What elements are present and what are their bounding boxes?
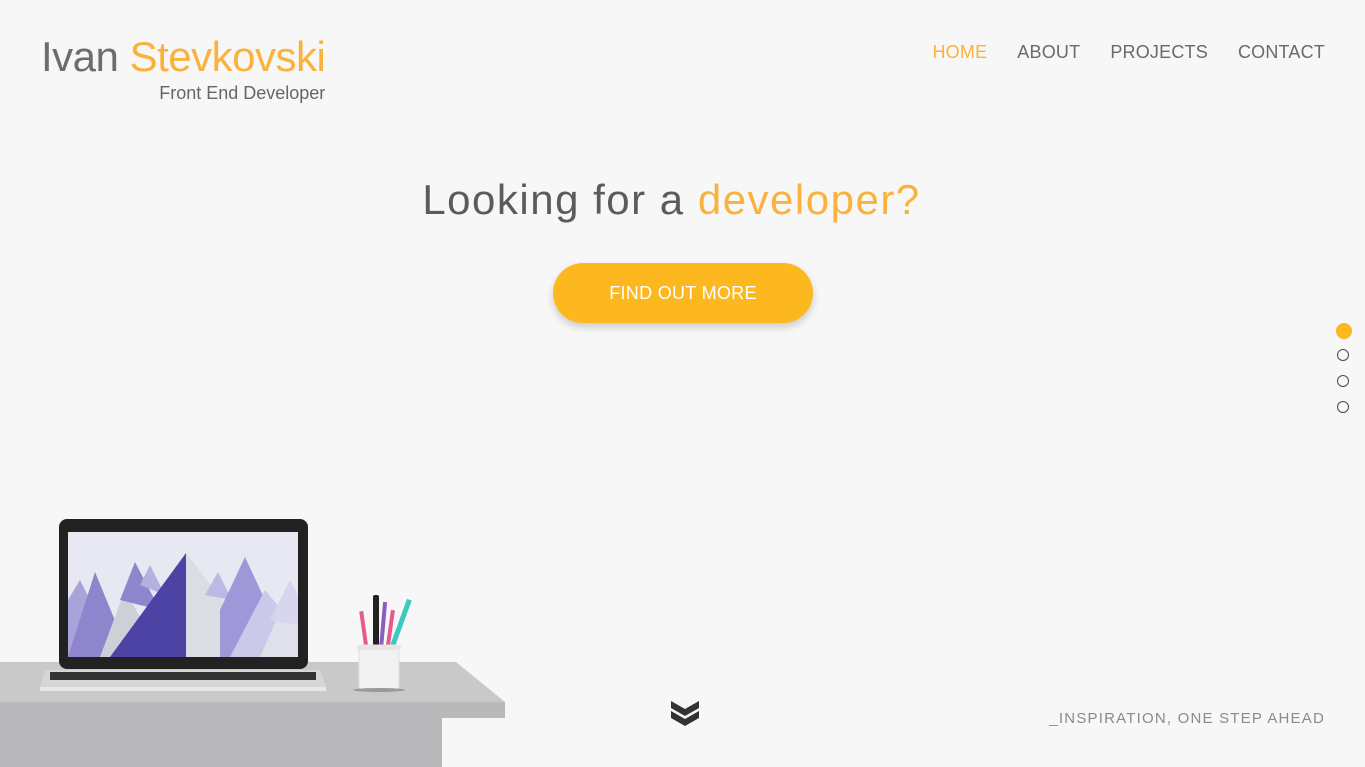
section-dots xyxy=(1336,323,1352,413)
desk-illustration xyxy=(0,519,505,767)
nav-about[interactable]: ABOUT xyxy=(1017,42,1080,63)
logo[interactable]: Ivan Stevkovski Front End Developer xyxy=(41,33,326,103)
logo-last-name: Stevkovski xyxy=(129,33,326,80)
laptop-keyboard xyxy=(50,672,316,680)
main-nav: HOME ABOUT PROJECTS CONTACT xyxy=(932,42,1325,63)
logo-subtitle: Front End Developer xyxy=(159,83,326,103)
hero-title-accent: developer? xyxy=(697,176,921,223)
desk-body xyxy=(0,718,442,767)
desk-edge xyxy=(0,702,505,718)
hero-title: Looking for a developer? xyxy=(0,176,1343,224)
find-out-more-button[interactable]: FIND OUT MORE xyxy=(553,263,813,323)
section-dot-4[interactable] xyxy=(1337,401,1349,413)
section-dot-1[interactable] xyxy=(1336,323,1352,339)
page: Ivan Stevkovski Front End Developer HOME… xyxy=(0,0,1365,767)
logo-name: Ivan Stevkovski xyxy=(41,33,326,81)
section-dot-2[interactable] xyxy=(1337,349,1349,361)
hero-title-prefix: Looking for a xyxy=(422,176,698,223)
section-dot-3[interactable] xyxy=(1337,375,1349,387)
logo-first-name: Ivan xyxy=(41,33,119,80)
nav-home[interactable]: HOME xyxy=(932,42,987,63)
nav-contact[interactable]: CONTACT xyxy=(1238,42,1325,63)
nav-projects[interactable]: PROJECTS xyxy=(1110,42,1208,63)
double-chevron-down-icon[interactable] xyxy=(669,697,701,733)
footer-tagline: _INSPIRATION, ONE STEP AHEAD xyxy=(1049,710,1325,727)
